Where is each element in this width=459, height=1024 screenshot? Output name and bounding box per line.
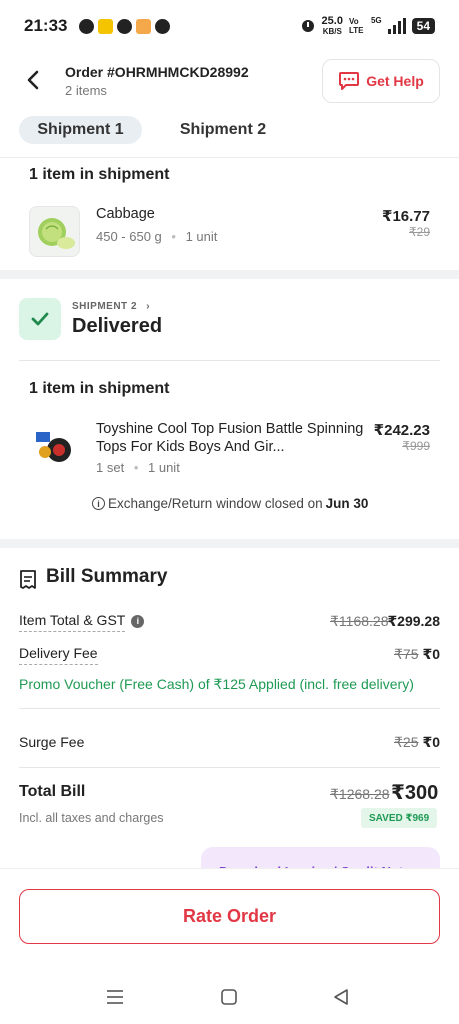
item-total-label: Item Total & GST <box>19 612 126 632</box>
cabbage-image[interactable] <box>29 206 80 257</box>
volte-indicator: Vo LTE <box>348 17 364 35</box>
return-window-note: i Exchange/Return window closed on Jun 3… <box>92 496 368 511</box>
return-note-date: Jun 30 <box>325 496 369 511</box>
section-separator <box>0 270 459 279</box>
notification-icons <box>79 18 171 34</box>
notification-icon <box>98 18 114 34</box>
notification-icon <box>117 18 133 34</box>
saved-badge: SAVED ₹969 <box>361 808 438 828</box>
item-mrp: ₹999 <box>402 439 430 453</box>
return-note-text: Exchange/Return window closed on <box>108 496 323 511</box>
notification-icon <box>155 18 171 34</box>
status-bar: 21:33 25.0 KB/S Vo LTE 5G 54 <box>0 0 459 52</box>
delivered-status-icon <box>19 298 61 340</box>
check-icon <box>31 312 49 326</box>
divider <box>19 360 440 361</box>
notification-icon <box>79 18 95 34</box>
item-total-new: ₹299.28 <box>387 613 440 629</box>
info-icon[interactable]: i <box>131 614 145 628</box>
tab-divider <box>0 157 459 158</box>
shipment2-items-heading: 1 item in shipment <box>29 380 170 397</box>
tab-shipment-1[interactable]: Shipment 1 <box>19 116 142 144</box>
shipment2-label: SHIPMENT 2 <box>72 301 138 312</box>
arrow-left-icon <box>27 70 39 90</box>
item-price: ₹16.77 <box>382 208 430 225</box>
network-type: 5G <box>370 15 382 25</box>
triangle-back-icon <box>334 989 348 1005</box>
order-item-count: 2 items <box>65 83 107 98</box>
item-price: ₹242.23 <box>373 422 430 439</box>
item-weight: 450 - 650 g <box>96 229 162 244</box>
shipment2-link[interactable]: SHIPMENT 2 › <box>72 301 150 312</box>
status-time: 21:33 <box>24 16 68 35</box>
back-button[interactable] <box>22 68 46 92</box>
surge-fee-new: ₹0 <box>422 734 440 750</box>
bill-summary-title: Bill Summary <box>46 566 168 587</box>
divider <box>19 708 440 709</box>
system-nav-bar <box>0 970 459 1024</box>
surge-fee-label: Surge Fee <box>19 734 85 750</box>
order-header: Order #OHRMHMCKD28992 2 items Get Help <box>0 56 459 106</box>
item-name: Cabbage <box>96 206 155 222</box>
alarm-icon <box>300 17 316 36</box>
promo-voucher-note: Promo Voucher (Free Cash) of ₹125 Applie… <box>19 676 414 692</box>
back-nav-button[interactable] <box>330 986 352 1008</box>
item-quantity: 1 unit <box>148 460 180 475</box>
shipment-tabs: Shipment 1 Shipment 2 <box>0 116 459 148</box>
total-bill-new: ₹300 <box>391 782 439 804</box>
delivery-fee-new: ₹0 <box>422 646 440 662</box>
net-speed-value: 25.0 <box>321 14 343 27</box>
delivery-fee-row: Delivery Fee <box>19 645 98 665</box>
item-meta: 1 set • 1 unit <box>96 460 180 475</box>
item-meta: 450 - 650 g • 1 unit <box>96 229 218 244</box>
item-quantity: 1 unit <box>185 229 218 244</box>
bottom-action-bar: Rate Order <box>0 868 459 970</box>
item-pack: 1 set <box>96 460 125 475</box>
total-bill-old: ₹1268.28 <box>330 786 390 802</box>
section-separator <box>0 539 459 548</box>
divider <box>19 767 440 768</box>
notification-icon <box>136 18 152 34</box>
rate-order-button[interactable]: Rate Order <box>19 889 440 944</box>
battery-icon: 54 <box>411 18 435 34</box>
chevron-right-icon: › <box>146 301 151 312</box>
net-speed-unit: KB/S <box>322 26 342 36</box>
chat-icon <box>339 72 360 90</box>
home-button[interactable] <box>218 986 240 1008</box>
order-id: Order #OHRMHMCKD28992 <box>65 64 249 80</box>
recent-apps-button[interactable] <box>104 986 126 1008</box>
total-bill-label: Total Bill <box>19 783 86 800</box>
item-total-row[interactable]: Item Total & GST i <box>19 612 145 632</box>
receipt-icon <box>19 570 37 595</box>
item-total-old: ₹1168.28 <box>330 613 389 629</box>
tab-shipment-2[interactable]: Shipment 2 <box>170 116 276 144</box>
total-bill-subtitle: Incl. all taxes and charges <box>19 811 164 825</box>
item-name: Toyshine Cool Top Fusion Battle Spinning… <box>96 421 364 455</box>
square-icon <box>221 989 237 1005</box>
signal-icon <box>387 18 406 34</box>
surge-fee-old: ₹25 <box>394 734 419 750</box>
info-icon: i <box>92 497 105 510</box>
delivery-fee-old: ₹75 <box>394 646 419 662</box>
net-speed: 25.0 KB/S <box>321 14 343 37</box>
item-mrp: ₹29 <box>409 225 430 239</box>
delivery-fee-label: Delivery Fee <box>19 645 98 665</box>
shipment1-items-heading: 1 item in shipment <box>29 166 170 183</box>
spinning-tops-image[interactable] <box>29 420 80 471</box>
shipment2-status: Delivered <box>72 315 163 337</box>
menu-icon <box>107 990 123 1004</box>
get-help-label: Get Help <box>366 73 424 89</box>
get-help-button[interactable]: Get Help <box>322 59 440 103</box>
